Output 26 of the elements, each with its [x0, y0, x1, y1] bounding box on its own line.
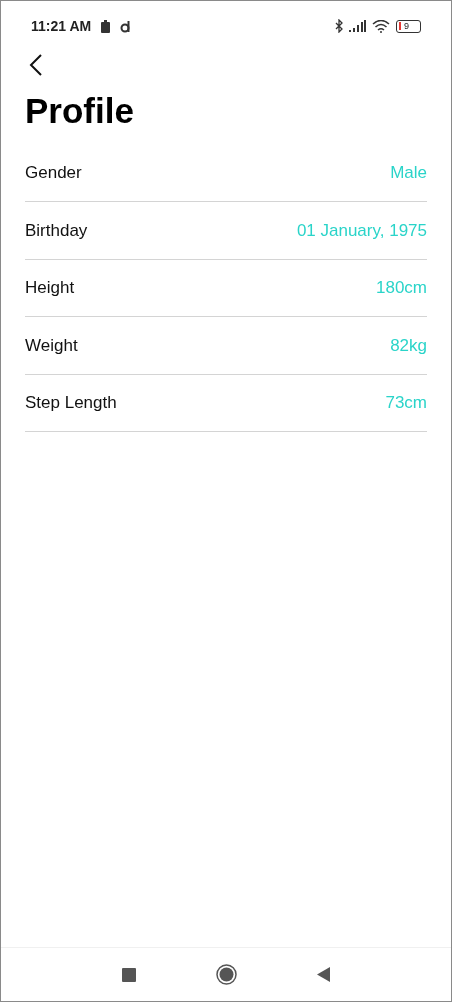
field-value: 82kg	[390, 334, 427, 357]
field-value: 180cm	[375, 277, 427, 300]
notification-icon	[120, 19, 132, 33]
page-title: Profile	[25, 90, 135, 132]
profile-row[interactable]: Birthday 01 January, 1975	[25, 202, 427, 260]
field-value: Male	[390, 162, 427, 185]
home-icon[interactable]	[216, 964, 237, 985]
field-label: Step Length	[25, 392, 117, 415]
recents-icon[interactable]	[122, 967, 136, 982]
field-label: Gender	[25, 162, 82, 185]
signal-icon	[349, 20, 366, 32]
profile-row[interactable]: Height 180cm	[25, 259, 427, 318]
profile-row[interactable]: Weight 82kg	[25, 317, 427, 375]
bluetooth-icon	[335, 19, 343, 33]
field-label: Height	[25, 277, 75, 300]
back-icon[interactable]	[317, 967, 330, 982]
field-label: Weight	[25, 334, 78, 357]
status-time: 11:21 AM	[31, 16, 92, 36]
profile-row[interactable]: Gender Male	[25, 144, 427, 203]
field-label: Birthday	[25, 219, 88, 242]
battery-indicator: 9	[396, 19, 421, 33]
field-value: 01 January, 1975	[296, 219, 427, 242]
battery-icon	[101, 19, 111, 33]
wifi-icon	[372, 19, 390, 33]
profile-row[interactable]: Step Length 73cm	[25, 374, 427, 433]
field-value: 73cm	[385, 392, 427, 415]
